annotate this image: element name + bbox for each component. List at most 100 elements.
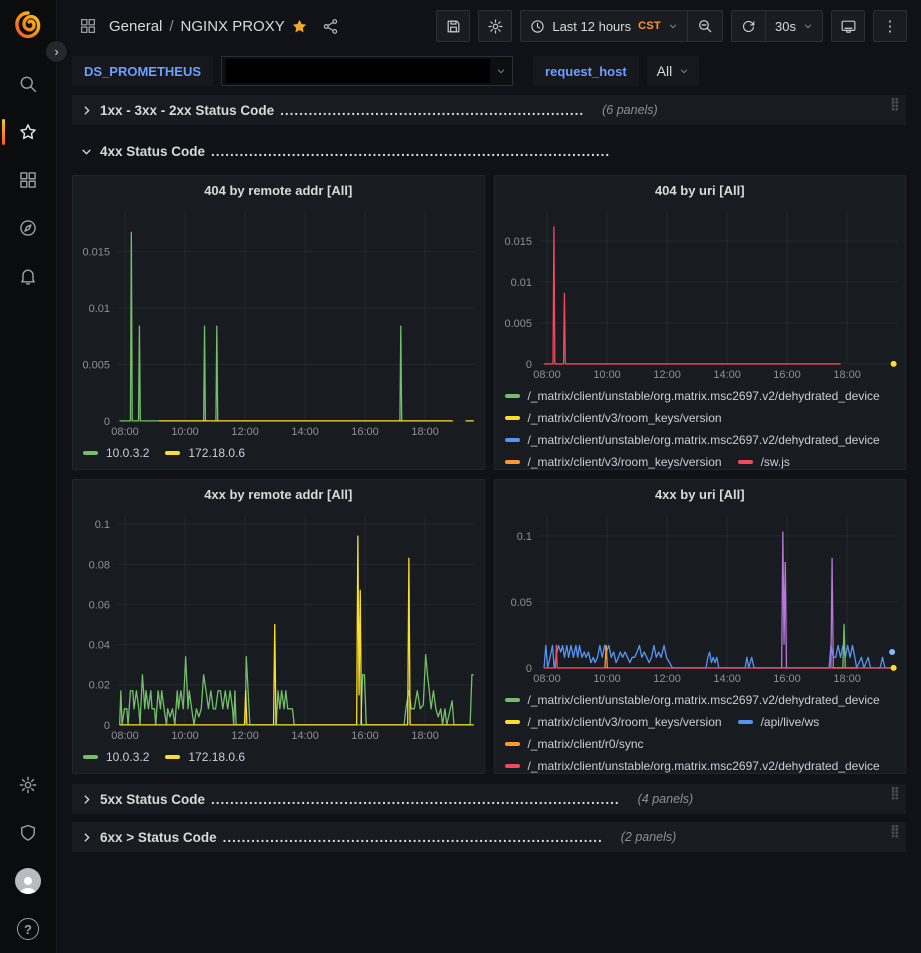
- shield-icon: [18, 823, 38, 843]
- svg-text:08:00: 08:00: [533, 369, 560, 381]
- save-icon: [445, 18, 462, 35]
- row-title-leader: ........................................…: [280, 103, 584, 118]
- svg-text:08:00: 08:00: [111, 730, 138, 742]
- legend-label: 172.18.0.6: [188, 746, 245, 768]
- sidebar-item-dashboards[interactable]: [0, 156, 57, 204]
- sidebar-item-alerting[interactable]: [0, 252, 57, 300]
- dashboard-settings-button[interactable]: [478, 10, 512, 42]
- legend-item[interactable]: /_matrix/client/v3/room_keys/version: [505, 711, 722, 733]
- legend-item[interactable]: /_matrix/client/unstable/org.matrix.msc2…: [505, 429, 880, 451]
- favorite-star-icon[interactable]: [291, 18, 308, 35]
- top-navbar: General / NGINX PROXY Last 12 hours CST: [57, 0, 921, 52]
- legend-swatch: [83, 755, 98, 759]
- datasource-variable-label[interactable]: DS_PROMETHEUS: [72, 56, 213, 86]
- svg-text:0.08: 0.08: [89, 559, 110, 571]
- datasource-variable-select[interactable]: [221, 56, 513, 86]
- row-header-1xx[interactable]: 1xx - 3xx - 2xx Status Code ............…: [72, 95, 906, 125]
- time-picker-group: Last 12 hours CST: [520, 10, 723, 42]
- row-panel-count: (2 panels): [621, 830, 677, 844]
- save-dashboard-button[interactable]: [436, 10, 470, 42]
- sidebar-item-starred[interactable]: [0, 108, 57, 156]
- sidebar-item-help[interactable]: ?: [0, 905, 57, 953]
- svg-text:16:00: 16:00: [351, 730, 378, 742]
- request-host-variable-label[interactable]: request_host: [533, 56, 639, 86]
- legend-item[interactable]: 172.18.0.6: [165, 442, 245, 464]
- chart-area[interactable]: 08:0010:0012:0014:0016:0018:0000.0050.01…: [73, 204, 484, 439]
- row-header-4xx[interactable]: 4xx Status Code ........................…: [72, 136, 906, 166]
- dashboards-grid-icon: [18, 170, 38, 190]
- panel-title[interactable]: 4xx by uri [All]: [495, 480, 906, 508]
- sidebar-item-server-admin[interactable]: [0, 809, 57, 857]
- legend: /_matrix/client/unstable/org.matrix.msc2…: [495, 382, 906, 469]
- panel: 4xx by uri [All] 08:0010:0012:0014:0016:…: [494, 479, 907, 774]
- panel-title[interactable]: 4xx by remote addr [All]: [73, 480, 484, 508]
- chart-area[interactable]: 08:0010:0012:0014:0016:0018:0000.050.1: [495, 508, 906, 686]
- row-header-6xx[interactable]: 6xx > Status Code ......................…: [72, 822, 906, 852]
- row-drag-handle[interactable]: ⣿: [890, 826, 900, 837]
- chart-area[interactable]: 08:0010:0012:0014:0016:0018:0000.020.040…: [73, 508, 484, 743]
- legend-item[interactable]: 172.18.0.6: [165, 746, 245, 768]
- legend-item[interactable]: /sw.js: [738, 451, 790, 469]
- sidebar-item-profile[interactable]: [0, 857, 57, 905]
- chevron-down-icon: [80, 145, 93, 158]
- legend-item[interactable]: /api/live/ws: [738, 711, 820, 733]
- svg-text:0.04: 0.04: [89, 640, 110, 652]
- breadcrumb-section[interactable]: General: [109, 18, 162, 35]
- legend-label: /_matrix/client/unstable/org.matrix.msc2…: [528, 755, 880, 773]
- bell-icon: [18, 266, 38, 286]
- request-host-variable-select[interactable]: All: [647, 56, 700, 86]
- legend: 10.0.3.2 172.18.0.6: [73, 439, 484, 464]
- legend-item[interactable]: /_matrix/client/r0/sync: [505, 733, 644, 755]
- legend-label: /_matrix/client/v3/room_keys/version: [528, 711, 722, 733]
- legend-label: /_matrix/client/v3/room_keys/version: [528, 451, 722, 469]
- sidebar-item-explore[interactable]: [0, 204, 57, 252]
- svg-text:0: 0: [525, 359, 531, 371]
- svg-text:0: 0: [104, 720, 110, 732]
- share-icon[interactable]: [322, 18, 339, 35]
- svg-text:18:00: 18:00: [833, 369, 860, 381]
- svg-text:0.02: 0.02: [89, 680, 110, 692]
- chevron-down-icon: [679, 66, 689, 76]
- svg-text:12:00: 12:00: [231, 426, 258, 438]
- dashboard-icon: [79, 17, 97, 35]
- zoom-out-button[interactable]: [687, 11, 722, 41]
- time-range-picker[interactable]: Last 12 hours CST: [521, 11, 687, 41]
- panel-title[interactable]: 404 by remote addr [All]: [73, 176, 484, 204]
- row-title: 4xx Status Code: [100, 144, 205, 159]
- legend-item[interactable]: /_matrix/client/unstable/org.matrix.msc2…: [505, 385, 880, 407]
- legend-item[interactable]: 10.0.3.2: [83, 746, 149, 768]
- breadcrumb-title[interactable]: NGINX PROXY: [181, 18, 285, 35]
- refresh-button[interactable]: [732, 11, 765, 41]
- legend: /_matrix/client/unstable/org.matrix.msc2…: [495, 686, 906, 773]
- refresh-interval-picker[interactable]: 30s: [765, 11, 822, 41]
- variables-row: DS_PROMETHEUS request_host All: [57, 52, 921, 90]
- legend-item[interactable]: 10.0.3.2: [83, 442, 149, 464]
- sidebar-item-configuration[interactable]: [0, 761, 57, 809]
- breadcrumb-separator: /: [169, 18, 173, 35]
- panel-title[interactable]: 404 by uri [All]: [495, 176, 906, 204]
- svg-text:16:00: 16:00: [351, 426, 378, 438]
- sidebar-item-search[interactable]: [0, 60, 57, 108]
- legend-swatch: [505, 438, 520, 442]
- legend-item[interactable]: /_matrix/client/v3/room_keys/version: [505, 451, 722, 469]
- legend-swatch: [505, 742, 520, 746]
- svg-text:10:00: 10:00: [171, 426, 198, 438]
- active-indicator: [2, 119, 5, 145]
- legend-label: 172.18.0.6: [188, 442, 245, 464]
- tv-mode-button[interactable]: [831, 10, 865, 42]
- svg-text:0.015: 0.015: [83, 247, 110, 259]
- datasource-variable-value: [226, 59, 490, 83]
- kebab-menu-button[interactable]: ⋮: [873, 10, 907, 42]
- svg-text:14:00: 14:00: [291, 730, 318, 742]
- chart-area[interactable]: 08:0010:0012:0014:0016:0018:0000.0050.01…: [495, 204, 906, 382]
- legend-swatch: [83, 451, 98, 455]
- legend-item[interactable]: /_matrix/client/unstable/org.matrix.msc2…: [505, 689, 880, 711]
- row-header-5xx[interactable]: 5xx Status Code ........................…: [72, 784, 906, 814]
- sidebar-expand-button[interactable]: ›: [46, 41, 67, 62]
- row-drag-handle[interactable]: ⣿: [890, 99, 900, 110]
- legend-item[interactable]: /_matrix/client/unstable/org.matrix.msc2…: [505, 755, 880, 773]
- legend-item[interactable]: /_matrix/client/v3/room_keys/version: [505, 407, 722, 429]
- row-drag-handle[interactable]: ⣿: [890, 788, 900, 799]
- legend-label: /_matrix/client/v3/room_keys/version: [528, 407, 722, 429]
- legend-label: 10.0.3.2: [106, 746, 149, 768]
